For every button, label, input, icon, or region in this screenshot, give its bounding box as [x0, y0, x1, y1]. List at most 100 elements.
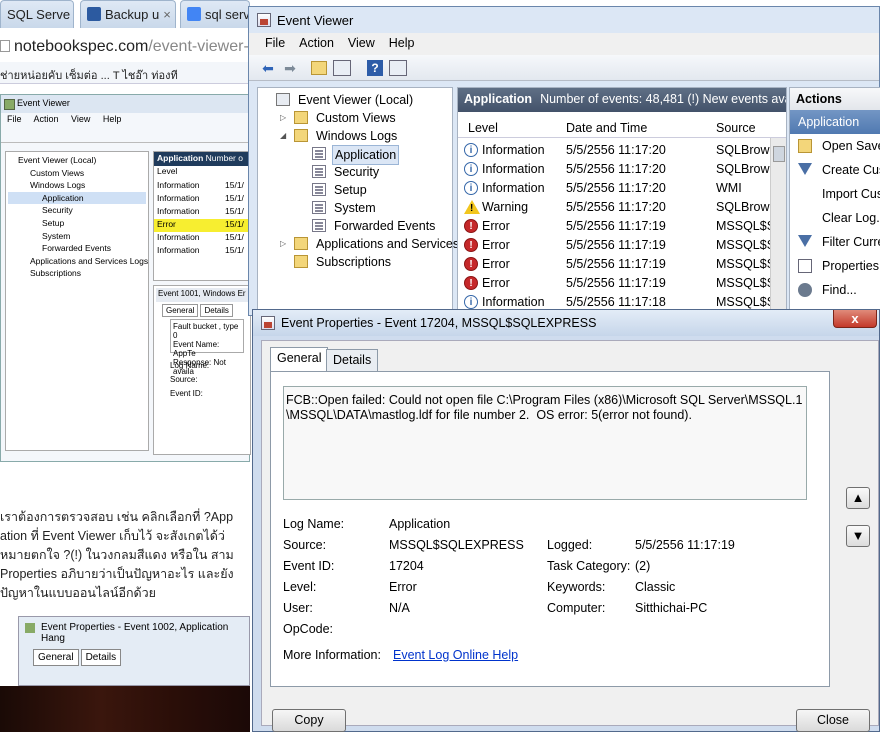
- event-row[interactable]: i Information 5/5/2556 11:17:20 WMI: [458, 179, 770, 198]
- thumbnail-row-level: Information: [157, 232, 200, 242]
- copy-button[interactable]: Copy: [272, 709, 346, 732]
- column-date-time[interactable]: Date and Time: [566, 121, 647, 135]
- tree-item-event-viewer-local[interactable]: Event Viewer (Local): [258, 91, 452, 109]
- action-import-cust[interactable]: Import Cust: [790, 182, 880, 206]
- action-clear-log[interactable]: Clear Log...: [790, 206, 880, 230]
- event-source: MSSQL$S: [716, 238, 776, 252]
- action-create-cust[interactable]: Create Cust: [790, 158, 880, 182]
- scrollbar-thumb[interactable]: [773, 146, 785, 162]
- tree-item-label: Application: [332, 145, 400, 165]
- thumbnail-row-date: 15/1/: [225, 232, 244, 242]
- up-arrow-icon: ▲: [851, 490, 865, 505]
- event-source: SQLBrow: [716, 162, 770, 176]
- tab-details[interactable]: Details: [326, 349, 379, 371]
- field-value[interactable]: (2): [635, 559, 650, 573]
- tree-item-setup[interactable]: Setup: [258, 181, 452, 199]
- event-viewer-titlebar[interactable]: Event Viewer: [249, 7, 879, 33]
- next-event-button[interactable]: ▼: [846, 525, 870, 547]
- menu-file[interactable]: File: [265, 36, 285, 50]
- up-folder-icon[interactable]: [311, 61, 327, 75]
- event-level: Information: [482, 143, 545, 157]
- field-value[interactable]: Error: [389, 580, 417, 594]
- menu-help[interactable]: Help: [389, 36, 415, 50]
- browser-tab[interactable]: sql serve×: [180, 0, 250, 28]
- column-level[interactable]: Level: [468, 121, 498, 135]
- browser-tab[interactable]: SQL Serve×: [0, 0, 74, 28]
- event-message-box[interactable]: FCB::Open failed: Could not open file C:…: [283, 386, 807, 500]
- close-button[interactable]: Close: [796, 709, 870, 732]
- field-value[interactable]: Application: [389, 517, 450, 531]
- tab-close-icon[interactable]: ×: [163, 7, 171, 22]
- article-text: เราต้องการตรวจสอบ เช่น คลิกเลือกที่ ?App…: [0, 508, 250, 603]
- thumbnail-detail: Event 1001, Windows Er General Details Fa…: [153, 285, 251, 455]
- event-log-online-help-link[interactable]: Event Log Online Help: [393, 648, 518, 662]
- menu-action[interactable]: Action: [299, 36, 334, 50]
- dialog-close-x-button[interactable]: x: [833, 310, 877, 328]
- tree-item-label: Subscriptions: [316, 255, 392, 269]
- address-bar[interactable]: notebookspec.com/event-viewer-เ: [0, 32, 250, 77]
- action-find[interactable]: Find...: [790, 278, 880, 302]
- event-date-time: 5/5/2556 11:17:19: [566, 238, 666, 252]
- tree-item-system[interactable]: System: [258, 199, 452, 217]
- tree-item-custom-views[interactable]: ▷ Custom Views: [258, 109, 452, 127]
- tree-item-application[interactable]: Application: [258, 145, 452, 165]
- thumbnail-tree-item: Windows Logs: [30, 180, 86, 191]
- back-arrow-icon[interactable]: ⬅: [259, 59, 277, 77]
- action-filter-curren[interactable]: Filter Curren: [790, 230, 880, 254]
- tree-expander-icon[interactable]: ◢: [280, 127, 288, 145]
- thumbnail-detail-line: Fault bucket , type 0: [173, 322, 239, 340]
- tree-item-subscriptions[interactable]: Subscriptions: [258, 253, 452, 271]
- event-row[interactable]: ! Error 5/5/2556 11:17:19 MSSQL$S: [458, 274, 775, 293]
- folder-icon: [294, 111, 308, 124]
- previous-event-button[interactable]: ▲: [846, 487, 870, 509]
- tree-item-applications-and-services-lo[interactable]: ▷ Applications and Services Lo: [258, 235, 477, 253]
- folder-open-icon: [798, 139, 812, 153]
- event-properties-app-icon: [261, 316, 275, 330]
- event-viewer-app-icon: [257, 13, 271, 27]
- action-properties[interactable]: Properties: [790, 254, 880, 278]
- tree-item-windows-logs[interactable]: ◢ Windows Logs: [258, 127, 452, 145]
- field-label: Source:: [283, 538, 327, 552]
- tree-expander-icon[interactable]: ▷: [280, 109, 288, 127]
- tree-item-forwarded-events[interactable]: Forwarded Events: [258, 217, 452, 235]
- event-level: Warning: [482, 200, 529, 214]
- thumbnail-detail-field: Log Name:: [170, 361, 210, 370]
- dialog-titlebar[interactable]: Event Properties - Event 17204, MSSQL$SQ…: [253, 310, 879, 336]
- dialog-title: Event Properties - Event 17204, MSSQL$SQ…: [281, 316, 597, 330]
- tab-general[interactable]: General: [270, 347, 329, 371]
- properties-icon: [798, 259, 812, 273]
- event-row[interactable]: ! Error 5/5/2556 11:17:19 MSSQL$S: [458, 236, 775, 255]
- browser-tab[interactable]: Backup u ×: [80, 0, 176, 28]
- field-label: Level:: [283, 580, 317, 594]
- thumbnail-detail-line: Event Name: AppTe: [173, 340, 220, 358]
- event-row[interactable]: ! Error 5/5/2556 11:17:19 MSSQL$S: [458, 255, 775, 274]
- actions-section-application[interactable]: Application: [790, 110, 880, 134]
- event-row[interactable]: i Information 5/5/2556 11:17:20 SQLBrow: [458, 160, 770, 179]
- show-hide-tree-icon[interactable]: [333, 60, 351, 76]
- column-source[interactable]: Source: [716, 121, 756, 135]
- bookmarks-bar[interactable]: ช่ายหน่อยคับ เซ็มต่อ ... T ไชอ๊า ท่องที: [0, 62, 250, 84]
- thumbnail-tree-item: Custom Views: [30, 167, 85, 178]
- thumbnail-tree-item: Event Viewer (Local): [18, 155, 97, 165]
- event-row[interactable]: ! Error 5/5/2556 11:17:19 MSSQL$S: [458, 217, 775, 236]
- error-icon: !: [464, 276, 478, 290]
- field-value[interactable]: 17204: [389, 559, 424, 573]
- menu-view[interactable]: View: [348, 36, 375, 50]
- event-row[interactable]: i Information 5/5/2556 11:17:20 SQLBrow: [458, 141, 770, 160]
- tree-expander-icon[interactable]: ▷: [280, 235, 288, 253]
- field-value[interactable]: N/A: [389, 601, 410, 615]
- thumbnail-list-header: Application Number o: [154, 152, 250, 166]
- field-value[interactable]: Classic: [635, 580, 675, 594]
- thumbnail-menu: File Action View Help: [7, 114, 122, 124]
- field-value[interactable]: Sitthichai-PC: [635, 601, 707, 615]
- field-value[interactable]: MSSQL$SQLEXPRESS: [389, 538, 524, 552]
- article-line: หมายตกใจ ?(!) ในวงกลมสีแดง หรือใน สาม: [0, 548, 234, 562]
- event-row[interactable]: Warning 5/5/2556 11:17:20 SQLBrow: [458, 198, 770, 217]
- help-icon[interactable]: ?: [367, 60, 383, 76]
- field-value[interactable]: 5/5/2556 11:17:19: [635, 538, 735, 552]
- show-hide-action-pane-icon[interactable]: [389, 60, 407, 76]
- forward-arrow-icon[interactable]: ➡: [281, 59, 299, 77]
- tree-item-security[interactable]: Security: [258, 163, 452, 181]
- event-list-scrollbar[interactable]: [770, 138, 786, 312]
- action-open-saved[interactable]: Open Saved: [790, 134, 880, 158]
